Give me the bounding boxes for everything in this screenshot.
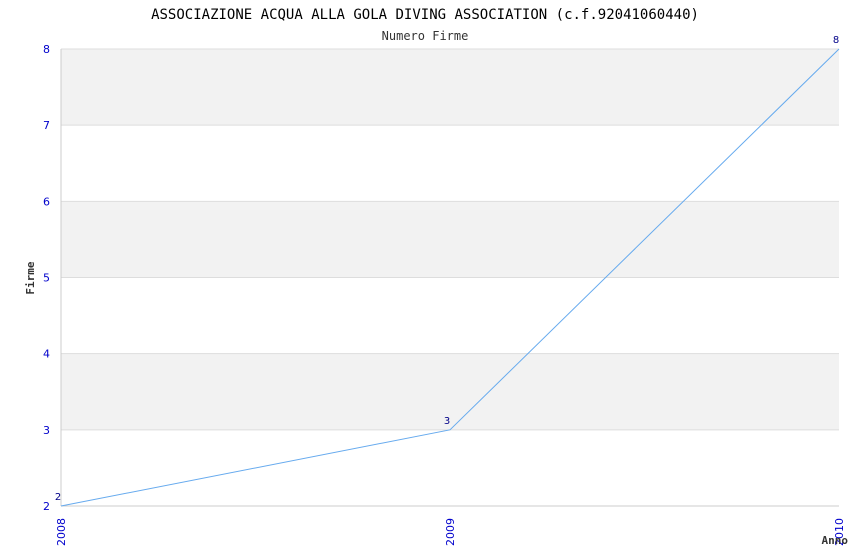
x-tick-label: 2009 <box>444 518 457 546</box>
plot-band <box>61 49 839 126</box>
plot-band <box>61 201 839 278</box>
data-label: 2 <box>55 492 61 503</box>
y-tick-label: 7 <box>43 119 50 132</box>
chart-subtitle: Numero Firme <box>382 29 469 43</box>
x-axis-ticks: 2008 2009 2010 <box>55 518 846 546</box>
y-tick-label: 8 <box>43 43 50 56</box>
y-tick-label: 3 <box>43 424 50 437</box>
line-chart: 2345678 2008 2009 2010 238 ASSOCIAZIONE AC… <box>24 7 849 547</box>
y-tick-label: 6 <box>43 195 50 208</box>
y-tick-label: 2 <box>43 500 50 513</box>
y-axis-ticks: 2 3 4 5 6 7 8 <box>43 43 50 513</box>
y-tick-label: 4 <box>43 348 50 361</box>
y-tick-label: 5 <box>43 272 50 285</box>
chart-title: ASSOCIAZIONE ACQUA ALLA GOLA DIVING ASSO… <box>151 7 699 23</box>
data-label: 8 <box>833 35 839 46</box>
x-axis-label: Anno <box>822 534 849 547</box>
data-label: 3 <box>444 416 450 427</box>
x-tick-label: 2008 <box>55 518 68 546</box>
y-axis-label: Firme <box>24 261 37 294</box>
plot-band <box>61 429 839 506</box>
plot-band <box>61 277 839 354</box>
